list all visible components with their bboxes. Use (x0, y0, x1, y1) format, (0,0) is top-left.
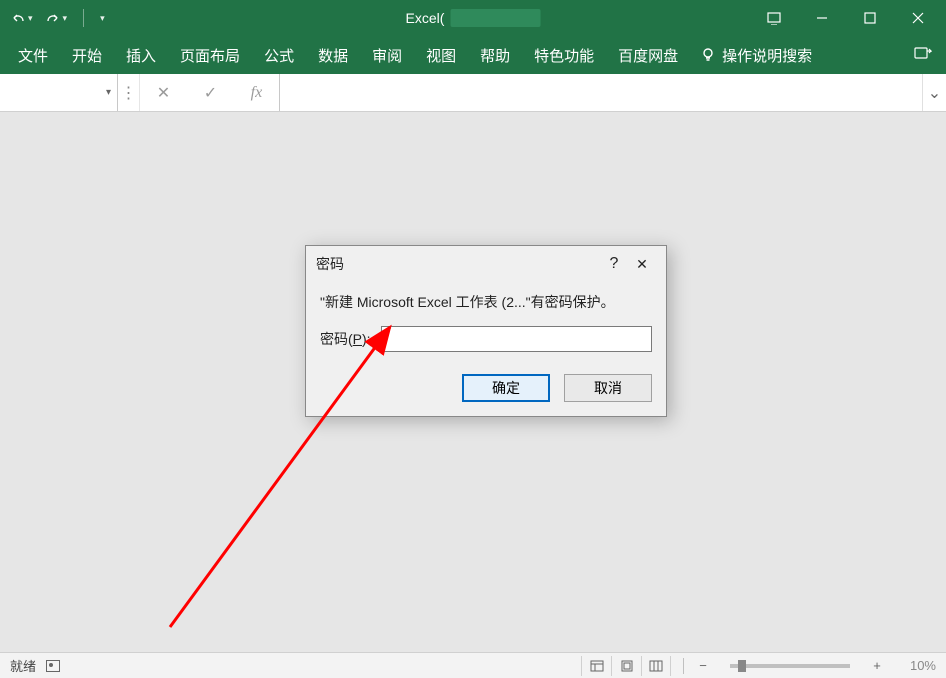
dialog-help-button[interactable]: ? (600, 255, 628, 273)
tab-layout[interactable]: 页面布局 (170, 39, 250, 72)
dialog-message: "新建 Microsoft Excel 工作表 (2..."有密码保护。 (320, 292, 652, 312)
password-label: 密码(P): (320, 329, 371, 349)
normal-view-icon (590, 660, 604, 672)
redo-dropdown-icon[interactable]: ▾ (63, 13, 68, 24)
password-input[interactable] (381, 326, 652, 352)
zoom-in-button[interactable]: + (870, 658, 884, 673)
undo-dropdown-icon[interactable]: ▾ (28, 13, 33, 24)
tab-special[interactable]: 特色功能 (524, 39, 604, 72)
page-break-icon (649, 660, 663, 672)
title-bar: ▾ ▾ ▾ Excel( (0, 0, 946, 36)
ribbon-options-icon (767, 11, 781, 25)
zoom-percent[interactable]: 10% (896, 658, 936, 673)
tab-home[interactable]: 开始 (62, 39, 112, 72)
title-blurred-text (450, 9, 540, 27)
page-layout-view-button[interactable] (611, 656, 641, 676)
tab-review[interactable]: 审阅 (362, 39, 412, 72)
dialog-buttons: 确定 取消 (306, 374, 666, 416)
name-box[interactable]: ▾ (0, 74, 118, 111)
maximize-icon (864, 12, 876, 24)
ribbon-display-options-button[interactable] (752, 3, 796, 33)
redo-button[interactable]: ▾ (45, 10, 68, 26)
status-bar: 就绪 − + 10% (0, 652, 946, 678)
zoom-slider[interactable] (730, 664, 850, 668)
name-box-dropdown-icon[interactable]: ▾ (106, 87, 111, 98)
redo-icon (45, 10, 61, 26)
dialog-title: 密码 (316, 254, 600, 274)
formula-bar: ▾ ⋮ ✕ ✓ fx ⌄ (0, 74, 946, 112)
cancel-button[interactable]: 取消 (564, 374, 652, 402)
enter-formula-icon[interactable]: ✓ (204, 83, 217, 103)
share-button[interactable] (914, 45, 938, 65)
zoom-thumb[interactable] (738, 660, 746, 672)
tab-data[interactable]: 数据 (308, 39, 358, 72)
status-separator (683, 658, 684, 674)
expand-formula-bar-icon[interactable]: ⌄ (922, 74, 946, 111)
qat-customize-icon[interactable]: ▾ (100, 13, 105, 24)
dialog-titlebar: 密码 ? ✕ (306, 246, 666, 282)
formula-controls: ✕ ✓ fx (140, 74, 280, 111)
view-buttons (581, 656, 671, 676)
tab-file[interactable]: 文件 (8, 39, 58, 72)
dialog-body: "新建 Microsoft Excel 工作表 (2..."有密码保护。 密码(… (306, 282, 666, 374)
window-title: Excel( (406, 0, 541, 36)
macro-record-icon[interactable] (46, 660, 60, 672)
qat-separator (83, 9, 84, 27)
share-icon (914, 45, 932, 61)
maximize-button[interactable] (848, 3, 892, 33)
undo-button[interactable]: ▾ (10, 10, 33, 26)
minimize-button[interactable] (800, 3, 844, 33)
status-ready: 就绪 (10, 656, 36, 675)
dialog-close-button[interactable]: ✕ (628, 256, 656, 273)
ok-button[interactable]: 确定 (462, 374, 550, 402)
tab-view[interactable]: 视图 (416, 39, 466, 72)
lightbulb-icon (700, 47, 716, 63)
close-window-button[interactable] (896, 3, 940, 33)
tab-formulas[interactable]: 公式 (254, 39, 304, 72)
tab-baidu[interactable]: 百度网盘 (608, 39, 688, 72)
minimize-icon (816, 12, 828, 24)
insert-function-button[interactable]: fx (251, 84, 263, 102)
undo-icon (10, 10, 26, 26)
tab-insert[interactable]: 插入 (116, 39, 166, 72)
formula-input[interactable] (280, 74, 922, 111)
close-icon (912, 12, 924, 24)
quick-access-toolbar: ▾ ▾ ▾ (0, 9, 105, 27)
password-dialog: 密码 ? ✕ "新建 Microsoft Excel 工作表 (2..."有密码… (305, 245, 667, 417)
page-layout-icon (620, 660, 634, 672)
formula-bar-grip[interactable]: ⋮ (118, 74, 140, 111)
tab-help[interactable]: 帮助 (470, 39, 520, 72)
normal-view-button[interactable] (581, 656, 611, 676)
tell-me-label: 操作说明搜索 (722, 45, 812, 66)
window-controls (752, 3, 946, 33)
zoom-out-button[interactable]: − (696, 658, 710, 673)
password-field-row: 密码(P): (320, 326, 652, 352)
page-break-view-button[interactable] (641, 656, 671, 676)
ribbon-tabs: 文件 开始 插入 页面布局 公式 数据 审阅 视图 帮助 特色功能 百度网盘 操… (0, 36, 946, 74)
app-title-prefix: Excel( (406, 10, 445, 26)
workspace: 密码 ? ✕ "新建 Microsoft Excel 工作表 (2..."有密码… (0, 112, 946, 652)
cancel-formula-icon[interactable]: ✕ (157, 83, 170, 103)
tell-me-search[interactable]: 操作说明搜索 (700, 45, 812, 66)
